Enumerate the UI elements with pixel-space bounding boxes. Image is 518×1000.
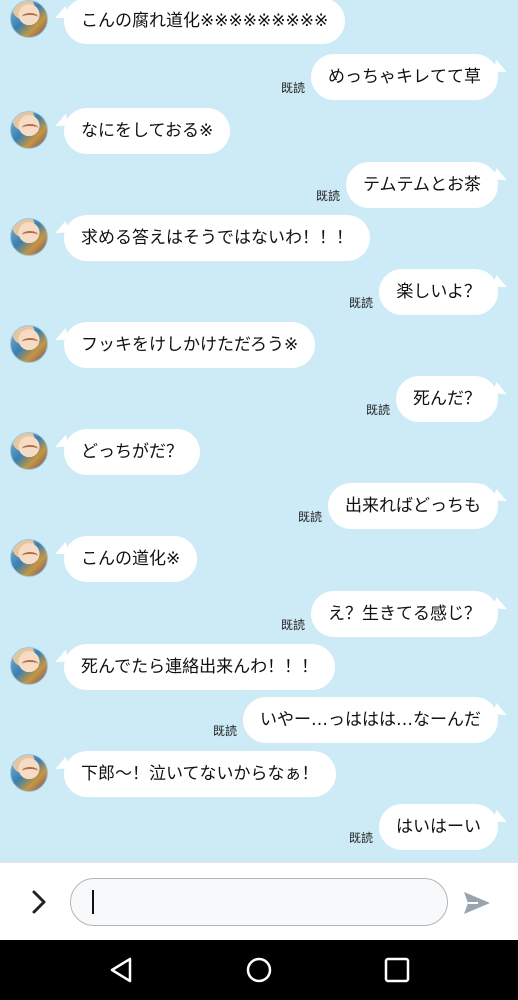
message-bubble-outgoing[interactable]: いやー…っははは…なーんだ	[243, 697, 498, 743]
message-bubble-outgoing[interactable]: 出来ればどっちも	[328, 483, 498, 529]
message-row-outgoing: 既読 いやー…っははは…なーんだ	[0, 697, 518, 743]
sender-avatar[interactable]	[10, 754, 48, 792]
sender-avatar[interactable]	[10, 432, 48, 470]
message-row-outgoing: 既読 めっちゃキレてて草	[0, 54, 518, 100]
sender-avatar[interactable]	[10, 218, 48, 256]
message-row-outgoing: 既読 死んだ？	[0, 376, 518, 422]
message-bubble-outgoing[interactable]: はいはーい	[379, 804, 498, 850]
message-row-outgoing: 既読 テムテムとお茶	[0, 162, 518, 208]
message-bubble-incoming[interactable]: 下郎〜！泣いてないからなぁ！	[64, 751, 336, 797]
message-row-incoming: こんの道化※	[0, 536, 518, 582]
message-row-incoming: こんの腐れ道化※※※※※※※※※	[0, 0, 518, 46]
sender-avatar[interactable]	[10, 111, 48, 149]
read-receipt: 既読	[280, 81, 305, 95]
message-bubble-incoming[interactable]: なにをしておる※	[64, 108, 231, 154]
message-input-bar	[0, 862, 518, 940]
message-bubble-incoming[interactable]: フッキをけしかけただろう※	[64, 322, 316, 368]
read-receipt: 既読	[212, 724, 237, 738]
sender-avatar[interactable]	[10, 0, 48, 38]
message-row-outgoing: 既読 え？生きてる感じ？	[0, 591, 518, 637]
message-row-outgoing: 既読 はいはーい	[0, 804, 518, 850]
back-triangle-icon[interactable]	[106, 954, 138, 986]
message-bubble-incoming[interactable]: 求める答えはそうではないわ！！！	[64, 215, 370, 261]
message-input[interactable]	[70, 878, 448, 926]
message-row-incoming: なにをしておる※	[0, 108, 518, 154]
message-bubble-incoming[interactable]: こんの腐れ道化※※※※※※※※※	[64, 0, 346, 44]
message-bubble-incoming[interactable]: 死んでたら連絡出来んわ！！！	[64, 644, 336, 690]
chat-area: こんの腐れ道化※※※※※※※※※ 既読 めっちゃキレてて草 なにをしておる※ 既…	[0, 0, 518, 862]
message-row-incoming: 求める答えはそうではないわ！！！	[0, 215, 518, 261]
message-row-outgoing: 既読 出来ればどっちも	[0, 483, 518, 529]
message-row-incoming: どっちがだ？	[0, 429, 518, 475]
message-row-incoming: 下郎〜！泣いてないからなぁ！	[0, 751, 518, 797]
recents-square-icon[interactable]	[381, 954, 413, 986]
message-bubble-outgoing[interactable]: 死んだ？	[396, 376, 498, 422]
message-bubble-incoming[interactable]: どっちがだ？	[64, 429, 200, 475]
sender-avatar[interactable]	[10, 325, 48, 363]
message-bubble-outgoing[interactable]: 楽しいよ？	[379, 269, 498, 315]
read-receipt: 既読	[348, 296, 373, 310]
message-row-outgoing: 既読 楽しいよ？	[0, 269, 518, 315]
read-receipt: 既読	[280, 618, 305, 632]
message-row-incoming: 死んでたら連絡出来んわ！！！	[0, 644, 518, 690]
text-caret	[92, 890, 94, 914]
message-bubble-outgoing[interactable]: え？生きてる感じ？	[311, 591, 498, 637]
message-row-incoming: フッキをけしかけただろう※	[0, 322, 518, 368]
message-bubble-outgoing[interactable]: テムテムとお茶	[346, 162, 498, 208]
sender-avatar[interactable]	[10, 539, 48, 577]
message-bubble-outgoing[interactable]: めっちゃキレてて草	[311, 54, 498, 100]
read-receipt: 既読	[315, 189, 340, 203]
read-receipt: 既読	[365, 403, 390, 417]
read-receipt: 既読	[297, 510, 322, 524]
send-icon[interactable]	[462, 890, 492, 916]
home-circle-icon[interactable]	[243, 954, 275, 986]
sender-avatar[interactable]	[10, 647, 48, 685]
read-receipt: 既読	[348, 831, 373, 845]
message-bubble-incoming[interactable]: こんの道化※	[64, 536, 198, 582]
chevron-right-icon[interactable]	[26, 888, 52, 916]
android-navigation-bar	[0, 940, 518, 1000]
